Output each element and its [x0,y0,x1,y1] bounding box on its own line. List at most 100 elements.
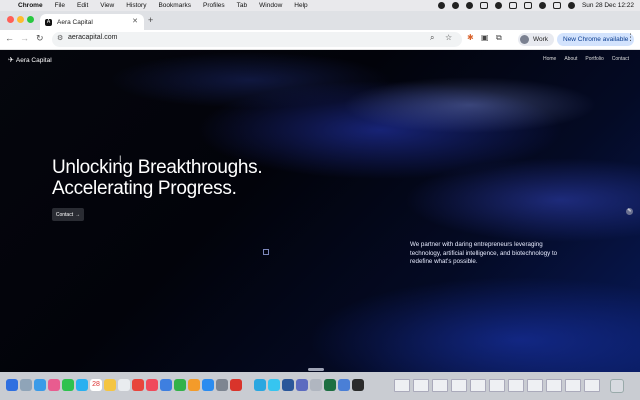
messages-icon[interactable] [76,379,88,391]
wifi-icon[interactable] [538,2,546,9]
music-icon[interactable] [146,379,158,391]
photos-icon[interactable] [48,379,60,391]
menubar-clock[interactable]: Sun 28 Dec 12:22 [582,2,634,9]
reminders-icon[interactable] [118,379,130,391]
tab-aera-capital[interactable]: A Aera Capital ✕ [40,14,144,30]
minimized-window-thumbnail[interactable] [565,379,581,392]
menu-tab[interactable]: Tab [237,2,247,9]
update-label: New Chrome available [563,36,629,43]
disk-utility-icon[interactable] [310,379,322,391]
extension-icon[interactable]: ✱ [467,33,474,42]
minimized-window-thumbnail[interactable] [432,379,448,392]
avatar [520,35,529,44]
nav-portfolio[interactable]: Portfolio [585,56,603,62]
nav-home[interactable]: Home [543,56,556,62]
control-center-icon[interactable] [552,2,561,9]
url-text[interactable]: aeracapital.com [68,34,117,41]
minimized-window-thumbnail[interactable] [489,379,505,392]
trash-icon[interactable] [610,379,624,393]
back-icon[interactable]: ← [5,33,14,43]
writer-app-icon[interactable] [352,379,364,391]
logo-mark-icon: ✈ [8,57,14,64]
site-favicon-icon: A [45,18,52,26]
dnd-icon[interactable] [494,2,502,9]
headline-line-1: Unlocking Breakthroughs. [52,157,263,178]
screen-icon[interactable] [508,2,517,9]
tab-title: Aera Capital [57,18,93,26]
address-bar[interactable]: ⚙ aeracapital.com ⌕ ☆ [52,32,462,47]
extension-icon-2[interactable]: ▣ [481,33,489,42]
menu-view[interactable]: View [100,2,114,9]
nav-contact[interactable]: Contact [612,56,629,62]
pointer-cursor-icon [263,249,269,255]
headline-line-2: Accelerating Progress. [52,178,237,199]
app-store-icon[interactable] [202,379,214,391]
menu-help[interactable]: Help [294,2,307,9]
menu-profiles[interactable]: Profiles [203,2,225,9]
system-settings-icon[interactable] [216,379,228,391]
site-logo[interactable]: ✈ Aera Capital [8,56,52,65]
dock-icons: 28 [0,376,640,396]
onepassword-icon[interactable] [160,379,172,391]
facetime-icon[interactable] [62,379,74,391]
site-info-icon[interactable]: ⚙ [57,34,63,42]
nav-about[interactable]: About [564,56,577,62]
display-icon[interactable] [479,2,488,9]
record-icon[interactable] [437,2,445,9]
update-chrome-button[interactable]: New Chrome available [557,33,635,46]
window-minimize-icon[interactable] [17,16,24,23]
chrome-tab-strip: A Aera Capital ✕ + [0,11,640,30]
grammarly-icon[interactable] [465,2,473,9]
kebab-menu-icon[interactable]: ⋮ [626,32,635,43]
minimized-window-thumbnail[interactable] [508,379,524,392]
launchpad-icon[interactable] [20,379,32,391]
notes-icon[interactable] [104,379,116,391]
siri-icon[interactable] [567,2,575,9]
numbers-icon[interactable] [174,379,186,391]
logo-text: Aera Capital [15,56,52,64]
arrow-right-icon: → [75,211,81,218]
menu-edit[interactable]: Edit [77,2,88,9]
app-icon[interactable] [254,379,266,391]
word-icon[interactable] [282,379,294,391]
pages-icon[interactable] [188,379,200,391]
preview-icon[interactable] [338,379,350,391]
extensions-puzzle-icon[interactable]: ⧉ [496,33,502,43]
floating-widget-icon[interactable]: ✎ [626,208,633,215]
menu-window[interactable]: Window [259,2,282,9]
minimized-window-thumbnail[interactable] [546,379,562,392]
finder-icon[interactable] [6,379,18,391]
tab-close-icon[interactable]: ✕ [132,17,138,25]
minimized-window-thumbnail[interactable] [451,379,467,392]
reload-icon[interactable]: ↻ [36,33,44,44]
dock-resize-handle[interactable] [308,368,324,371]
menu-bookmarks[interactable]: Bookmarks [158,2,191,9]
slack-icon[interactable] [268,379,280,391]
safari-icon[interactable] [34,379,46,391]
menu-history[interactable]: History [126,2,146,9]
minimized-window-thumbnail[interactable] [413,379,429,392]
excel-icon[interactable] [324,379,336,391]
chrome-icon[interactable] [132,379,144,391]
calendar-icon[interactable]: 28 [90,379,102,391]
new-tab-icon[interactable]: + [148,15,153,25]
menu-file[interactable]: File [55,2,65,9]
site-nav: Home About Portfolio Contact [543,56,629,62]
battery-icon[interactable] [523,2,532,9]
minimized-window-thumbnail[interactable] [527,379,543,392]
window-close-icon[interactable] [7,16,14,23]
status-app-icon[interactable] [451,2,459,9]
acrobat-icon[interactable] [230,379,242,391]
contact-label: Contact [55,211,74,218]
minimized-window-thumbnail[interactable] [470,379,486,392]
minimized-window-thumbnail[interactable] [584,379,600,392]
bookmark-star-icon[interactable]: ☆ [445,33,452,42]
minimized-window-thumbnail[interactable] [394,379,410,392]
menu-app-name[interactable]: Chrome [18,2,43,9]
zoom-icon[interactable]: ⌕ [430,33,434,43]
contact-button[interactable]: Contact → [52,208,84,221]
utility-icon[interactable] [296,379,308,391]
forward-icon[interactable]: → [20,33,29,43]
window-zoom-icon[interactable] [27,16,34,23]
profile-button[interactable]: Work [518,33,555,46]
